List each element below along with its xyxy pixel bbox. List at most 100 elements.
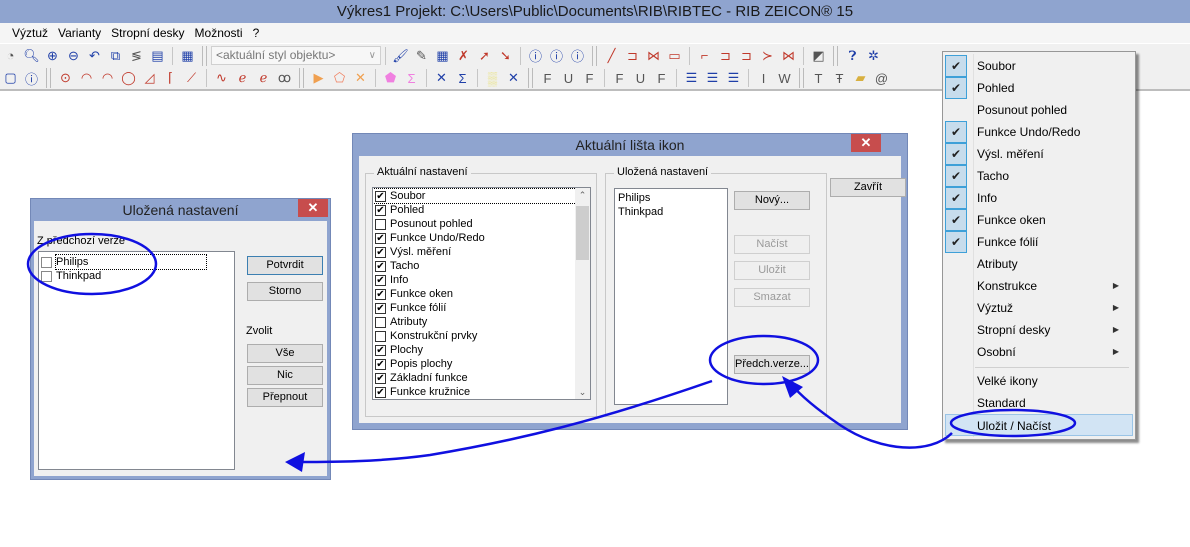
menu-item-standard[interactable]: Standard <box>945 392 1133 414</box>
close-button[interactable]: ✕ <box>298 199 328 217</box>
attribute-find-icon[interactable]: ▦ <box>433 46 452 65</box>
attribute-copy-icon[interactable]: ➘ <box>496 46 515 65</box>
toolbar-grip[interactable] <box>202 45 207 66</box>
text-fu-icon[interactable]: F <box>580 69 599 88</box>
cancel-button[interactable]: Storno <box>247 282 323 301</box>
list-item[interactable]: ✔ Funkce fólií <box>373 301 576 315</box>
list-item[interactable]: Thinkpad <box>618 205 724 219</box>
zoom-out-icon[interactable]: ⊖ <box>64 46 83 65</box>
list-item[interactable]: ✔ Funkce kružnice <box>373 385 576 399</box>
select-none-button[interactable]: Nic <box>247 366 323 385</box>
checkbox-unchecked[interactable] <box>41 256 52 268</box>
previous-version-button[interactable]: Předch.verze... <box>734 355 810 374</box>
list-item[interactable]: ✔ Tacho <box>373 259 576 273</box>
tangent-line-icon[interactable]: ⌈ <box>161 69 180 88</box>
info-edit-icon[interactable]: ⓘ <box>547 46 566 65</box>
checkbox-checked[interactable]: ✔ <box>375 344 386 356</box>
menu-item[interactable]: ✔ Soubor <box>945 55 1133 77</box>
at-icon[interactable]: @ <box>872 69 891 88</box>
tangent-arc-icon[interactable]: ⟋ <box>182 69 201 88</box>
scroll-up-icon[interactable]: ⌃ <box>575 190 590 201</box>
menu-vyztuz[interactable]: Výztuž <box>12 26 48 40</box>
list-item[interactable]: Philips <box>618 191 724 205</box>
attribute-transfer-icon[interactable]: ➚ <box>475 46 494 65</box>
list-item[interactable]: ✔ Popis plochy <box>373 357 576 371</box>
checkbox-checked[interactable]: ✔ <box>375 190 386 202</box>
zoom-window-icon[interactable]: ⧉ <box>106 46 125 65</box>
menu-stropni-desky[interactable]: Stropní desky <box>111 26 184 40</box>
toolbar-grip[interactable] <box>592 45 597 66</box>
menu-item[interactable]: Osobní ▶ <box>945 341 1133 363</box>
checkbox-checked[interactable]: ✔ <box>375 246 386 258</box>
cross-sum-icon[interactable]: Σ <box>453 69 472 88</box>
table-fu-icon[interactable]: ☰ <box>724 69 743 88</box>
pan-icon[interactable]: ◔ <box>1 46 20 65</box>
cross-icon[interactable]: ✕ <box>432 69 451 88</box>
checkbox-checked[interactable]: ✔ <box>375 260 386 272</box>
object-style-combo[interactable]: <aktuální styl objektu> ∨ <box>211 46 381 65</box>
area-icon[interactable]: ⬠ <box>330 69 349 88</box>
list-item[interactable]: ✔ Funkce Undo/Redo <box>373 231 576 245</box>
table-f-icon[interactable]: ☰ <box>682 69 701 88</box>
menu-item[interactable]: ✔ Výsl. měření <box>945 143 1133 165</box>
text-f2-icon[interactable]: F <box>610 69 629 88</box>
zoom-previous-icon[interactable]: ↶ <box>85 46 104 65</box>
checkbox-checked[interactable]: ✔ <box>375 232 386 244</box>
menu-item[interactable]: Konstrukce ▶ <box>945 275 1133 297</box>
curve-icon[interactable]: ℯ <box>233 69 252 88</box>
list-item[interactable]: ✔ Funkce oken <box>373 287 576 301</box>
checkbox-checked[interactable]: ✔ <box>375 358 386 370</box>
menu-varianty[interactable]: Varianty <box>58 26 101 40</box>
text-w-icon[interactable]: W <box>775 69 794 88</box>
checkbox-checked[interactable]: ✔ <box>375 274 386 286</box>
triangle-icon[interactable]: ◿ <box>140 69 159 88</box>
saved-settings-list[interactable]: Philips Thinkpad <box>614 188 728 405</box>
redraw-icon[interactable]: ≶ <box>127 46 146 65</box>
list-item[interactable]: Konstrukční prvky <box>373 329 576 343</box>
close-dialog-button[interactable]: Zavřít <box>830 178 906 197</box>
table-u-icon[interactable]: ☰ <box>703 69 722 88</box>
select-all-button[interactable]: Vše <box>247 344 323 363</box>
folder-text-icon[interactable]: ▰ <box>851 69 870 88</box>
style-pick-icon[interactable]: ✎ <box>412 46 431 65</box>
arc-3pt-icon[interactable]: ◠ <box>98 69 117 88</box>
help-icon[interactable]: ❓︎ <box>843 46 862 65</box>
paint-brush-icon[interactable]: 🖌︎ <box>391 46 410 65</box>
text-i-icon[interactable]: I <box>754 69 773 88</box>
layout-icon[interactable]: ▦ <box>178 46 197 65</box>
scroll-down-icon[interactable]: ⌄ <box>575 387 590 398</box>
circle-icon[interactable]: ⊙ <box>56 69 75 88</box>
menu-item[interactable]: ✔ Funkce fólií <box>945 231 1133 253</box>
curve-2-icon[interactable]: ℯ <box>254 69 273 88</box>
list-item[interactable]: Posunout pohled <box>373 217 576 231</box>
save-button[interactable]: Uložit <box>734 261 810 280</box>
menu-item[interactable]: ✔ Info <box>945 187 1133 209</box>
spline-icon[interactable]: ∿ <box>212 69 231 88</box>
pattern-icon[interactable]: ▒ <box>483 69 502 88</box>
info-icon[interactable]: ⓘ <box>22 69 41 88</box>
load-button[interactable]: Načíst <box>734 235 810 254</box>
rectangle-icon[interactable]: ▭ <box>665 46 684 65</box>
toolbar-grip[interactable] <box>299 68 304 88</box>
menu-item-save-load[interactable]: Uložit / Načíst <box>945 414 1133 436</box>
checkbox-unchecked[interactable] <box>375 330 386 342</box>
menu-item[interactable]: Atributy <box>945 253 1133 275</box>
list-item[interactable]: Atributy <box>373 315 576 329</box>
line-icon[interactable]: ╱ <box>602 46 621 65</box>
list-item[interactable]: ✔ Plochy <box>373 343 576 357</box>
checkbox-unchecked[interactable] <box>375 218 386 230</box>
fill-icon[interactable]: ◩ <box>809 46 828 65</box>
text-u-icon[interactable]: U <box>559 69 578 88</box>
checkbox-checked[interactable]: ✔ <box>375 372 386 384</box>
new-button[interactable]: Nový... <box>734 191 810 210</box>
list-item[interactable]: ✔ Soubor <box>373 188 577 204</box>
current-settings-list[interactable]: ✔ Soubor ✔ Pohled Posunout pohled ✔ Funkce Und… <box>372 187 591 400</box>
toolbar-grip[interactable] <box>833 45 838 66</box>
list-item[interactable]: Philips <box>39 254 234 270</box>
checkbox-checked[interactable]: ✔ <box>375 386 386 398</box>
list-item[interactable]: ✔ Pohled <box>373 203 576 217</box>
toolbar-grip[interactable] <box>799 68 804 88</box>
scrollbar[interactable]: ⌃ ⌄ <box>575 188 590 399</box>
scroll-thumb[interactable] <box>576 206 589 260</box>
edit-trim-icon[interactable]: ⋈ <box>779 46 798 65</box>
